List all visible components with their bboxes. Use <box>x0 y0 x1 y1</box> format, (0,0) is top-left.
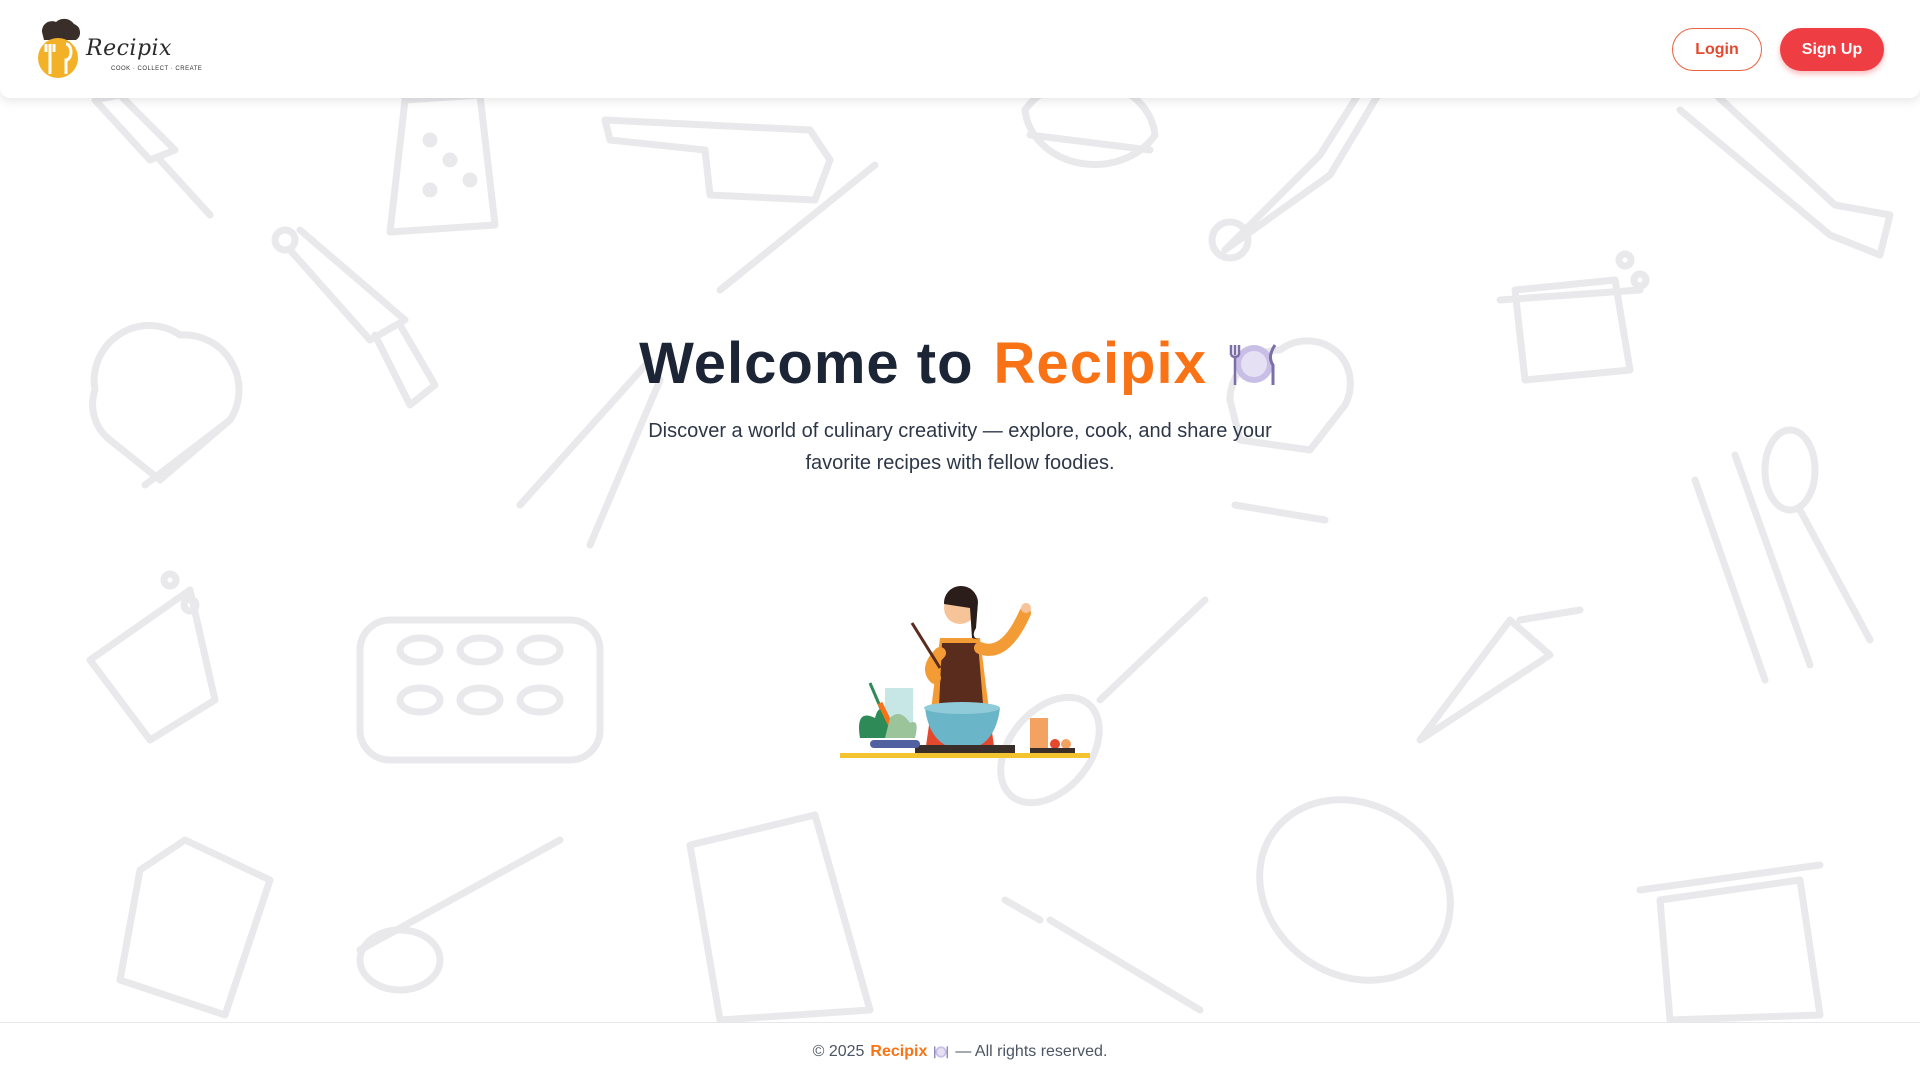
knife-doodle-icon <box>91 91 214 219</box>
signup-button[interactable]: Sign Up <box>1780 28 1884 71</box>
piping-bag-doodle-icon <box>1416 606 1584 744</box>
hero-title-prefix: Welcome to <box>639 331 974 396</box>
logo-wordmark: Recipix <box>86 36 172 61</box>
pot-doodle-icon-2 <box>86 570 219 744</box>
hero-section: Welcome to Recipix Discover a world of c… <box>0 330 1920 479</box>
pan-doodle-icon <box>1256 796 1454 984</box>
rolling-pin-doodle-icon <box>1001 896 1204 1014</box>
cleaver-doodle-icon <box>601 116 879 294</box>
hero-title: Welcome to Recipix <box>639 330 1281 397</box>
salt-shaker-doodle-icon <box>116 836 274 1019</box>
chef-hat-logo-icon <box>38 18 81 78</box>
hero-title-brand: Recipix <box>993 331 1207 396</box>
muffin-tray-doodle-icon <box>356 616 604 764</box>
hero-subtitle: Discover a world of culinary creativity … <box>648 420 1272 474</box>
woman-cooking-illustration <box>840 585 1090 758</box>
pot-doodle-icon-3 <box>1636 861 1824 1024</box>
footer-brand: Recipix <box>870 1042 928 1060</box>
logo-tagline: COOK · COLLECT · CREATE <box>111 66 203 72</box>
jar-doodle-icon <box>686 811 874 1024</box>
grater-doodle-icon <box>386 91 499 236</box>
page-footer: © 2025 Recipix — All rights reserved. <box>0 1022 1920 1080</box>
login-button[interactable]: Login <box>1672 28 1762 71</box>
top-navbar: Recipix COOK · COLLECT · CREATE Login Si… <box>0 0 1920 98</box>
plate-with-cutlery-icon <box>1229 343 1277 385</box>
footer-rights: — All rights reserved. <box>955 1042 1108 1060</box>
footer-copyright: © 2025 <box>812 1042 865 1060</box>
kitchen-doodle-background <box>86 56 1894 1024</box>
plate-with-cutlery-icon <box>934 1045 949 1058</box>
spatula-doodle-icon <box>1676 76 1894 259</box>
peeler-doodle-icon <box>356 836 564 994</box>
recipix-logo[interactable]: Recipix COOK · COLLECT · CREATE <box>36 12 202 80</box>
